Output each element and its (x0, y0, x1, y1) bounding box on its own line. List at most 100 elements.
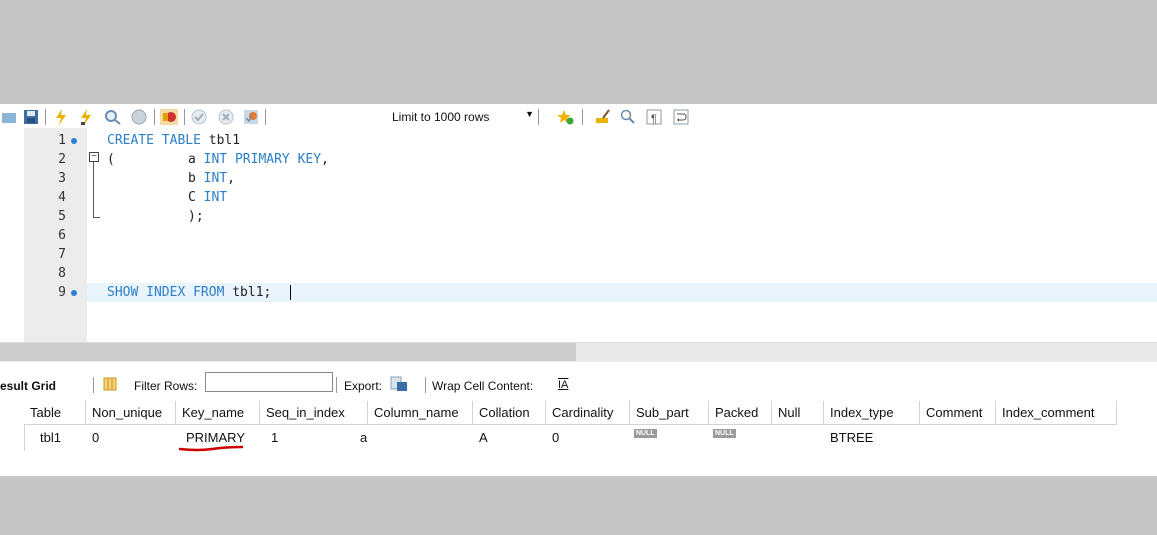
line-number: 4 (58, 190, 66, 205)
brush-icon[interactable] (594, 108, 612, 126)
code-keyword: SHOW INDEX FROM (107, 285, 233, 300)
toolbar-separator (45, 109, 46, 125)
grid-cell[interactable]: BTREE (824, 426, 873, 450)
column-header[interactable]: Table (24, 401, 86, 425)
toolbar-separator (538, 109, 539, 125)
code-identifier: tbl1 (208, 133, 241, 148)
filter-rows-input[interactable] (205, 372, 333, 392)
rollback-icon[interactable] (217, 108, 235, 126)
toolbar-separator (93, 377, 94, 393)
screenshot-canvas: Limit to 1000 rows ▼ ¶ 1 2 3 4 5 6 7 8 9… (0, 0, 1157, 535)
autocommit-icon[interactable] (242, 108, 260, 126)
code-identifier: a (188, 152, 204, 167)
grid-cell[interactable] (920, 426, 926, 450)
grid-cell[interactable]: A (473, 426, 488, 450)
code-keyword: INT (203, 190, 228, 205)
beautify-star-icon[interactable] (556, 108, 574, 126)
column-header[interactable]: Column_name (368, 401, 473, 425)
code-keyword: INT PRIMARY KEY (203, 152, 322, 167)
commit-icon[interactable] (190, 108, 208, 126)
column-header[interactable]: Cardinality (546, 401, 630, 425)
fold-guide-end (93, 217, 100, 218)
grid-cell[interactable]: tbl1 (34, 426, 61, 450)
explain-magnifier-icon[interactable] (104, 108, 122, 126)
stop-icon[interactable] (130, 108, 148, 126)
column-header[interactable]: Seq_in_index (260, 401, 368, 425)
grid-cell[interactable] (772, 426, 778, 450)
column-header[interactable]: Collation (473, 401, 546, 425)
code-line-3: b INT, (188, 169, 235, 188)
null-badge[interactable]: NULL (634, 429, 657, 438)
column-header[interactable]: Index_comment (996, 401, 1117, 425)
line-number: 3 (58, 171, 66, 186)
folder-icon[interactable] (0, 108, 18, 126)
limit-rows-select[interactable]: Limit to 1000 rows ▼ (386, 108, 538, 126)
code-line-2: ( (107, 150, 115, 169)
code-line-2-body: a INT PRIMARY KEY, (188, 150, 329, 169)
null-badge[interactable]: NULL (713, 429, 736, 438)
code-line-1: CREATE TABLE tbl1 (107, 131, 240, 150)
limit-rows-label: Limit to 1000 rows (392, 110, 490, 124)
code-keyword: CREATE TABLE (107, 133, 209, 148)
code-identifier: tbl1; (232, 285, 272, 300)
column-header[interactable]: Key_name (176, 401, 260, 425)
code-punct: ); (188, 209, 204, 224)
line-number: 6 (58, 228, 66, 243)
svg-text:¶: ¶ (651, 113, 657, 125)
code-line-4: C INT (188, 188, 227, 207)
result-toolbar: esult Grid Filter Rows: Export: Wrap Cel… (0, 373, 1157, 397)
line-number: 1 (58, 133, 66, 148)
toggle-error-icon[interactable] (160, 108, 178, 126)
line-number: 7 (58, 247, 66, 262)
toolbar-separator (336, 377, 337, 393)
column-header[interactable]: Sub_part (630, 401, 709, 425)
statement-marker-icon[interactable] (71, 138, 77, 144)
code-keyword: INT (203, 171, 228, 186)
result-grid-tab[interactable]: esult Grid (0, 379, 56, 393)
filter-rows-label: Filter Rows: (134, 379, 198, 393)
grid-cell[interactable]: a (354, 426, 367, 450)
grid-cell[interactable]: 1 (265, 426, 278, 450)
execute-current-icon[interactable] (77, 108, 95, 126)
export-label: Export: (344, 379, 383, 393)
execute-lightning-icon[interactable] (52, 108, 70, 126)
code-identifier: C (188, 190, 204, 205)
column-header[interactable]: Comment (920, 401, 996, 425)
toolbar-separator (265, 109, 266, 125)
fold-toggle-icon[interactable]: − (89, 152, 99, 162)
line-number: 2 (58, 152, 66, 167)
toolbar-separator (184, 109, 185, 125)
text-cursor (290, 285, 291, 300)
code-paren: ( (107, 152, 115, 167)
wrap-toggle-icon[interactable]: IA (558, 379, 568, 391)
find-icon[interactable] (619, 108, 637, 126)
grid-cell[interactable] (996, 426, 1002, 450)
column-header[interactable]: Non_unique (86, 401, 176, 425)
grid-view-icon[interactable] (101, 375, 119, 393)
sql-editor-toolbar: Limit to 1000 rows ▼ ¶ (0, 104, 1157, 128)
word-wrap-icon[interactable] (672, 108, 690, 126)
code-punct: , (321, 152, 329, 167)
export-icon[interactable] (390, 375, 408, 393)
invisible-chars-icon[interactable]: ¶ (645, 108, 663, 126)
column-header[interactable]: Index_type (824, 401, 920, 425)
save-icon[interactable] (22, 108, 40, 126)
code-line-5: ); (188, 207, 204, 226)
grid-cell[interactable]: 0 (546, 426, 559, 450)
toolbar-separator (425, 377, 426, 393)
toolbar-separator (582, 109, 583, 125)
chevron-down-icon: ▼ (525, 109, 534, 119)
fold-guide (93, 162, 94, 218)
line-number: 8 (58, 266, 66, 281)
sql-editor[interactable] (0, 128, 1157, 342)
grid-cell[interactable]: 0 (86, 426, 99, 450)
code-line-9: SHOW INDEX FROM tbl1; (107, 283, 271, 302)
code-identifier: b (188, 171, 204, 186)
scrollbar-thumb[interactable] (0, 343, 576, 361)
toolbar-separator (154, 109, 155, 125)
line-number: 9 (58, 285, 66, 300)
column-header[interactable]: Packed (709, 401, 772, 425)
statement-marker-icon[interactable] (71, 290, 77, 296)
code-punct: , (227, 171, 235, 186)
column-header[interactable]: Null (772, 401, 824, 425)
